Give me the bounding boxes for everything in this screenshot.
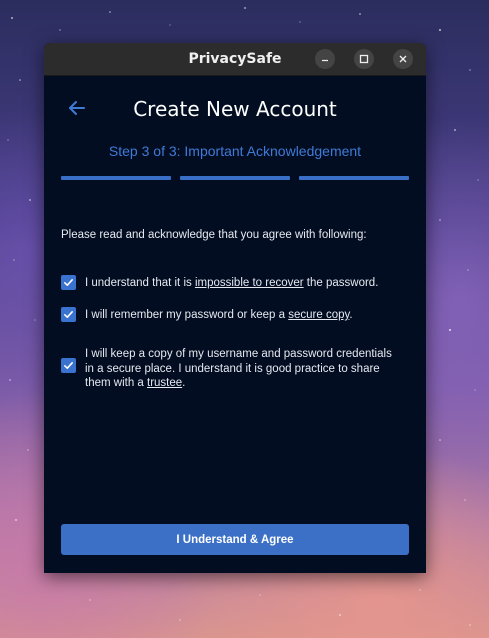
- progress-step-2: [180, 176, 290, 180]
- progress-step-1: [61, 176, 171, 180]
- acknowledgement-checkbox[interactable]: [61, 275, 76, 290]
- acknowledgement-text-part: the password.: [303, 277, 379, 289]
- maximize-icon: [359, 54, 369, 64]
- minimize-button[interactable]: [315, 49, 335, 69]
- progress-step-3: [299, 176, 409, 180]
- minimize-icon: [322, 59, 328, 62]
- step-progress: [61, 176, 409, 180]
- checkmark-icon: [63, 310, 73, 318]
- acknowledgement-text-part: I understand that it is: [85, 277, 195, 289]
- close-icon: [399, 55, 407, 63]
- acknowledgement-text-part: I will remember my password or keep a: [85, 309, 289, 321]
- acknowledgement-text-part: .: [182, 377, 186, 389]
- acknowledgement-text: I understand that it is impossible to re…: [85, 276, 403, 291]
- acknowledgement-checkbox[interactable]: [61, 307, 76, 322]
- acknowledgement-link[interactable]: impossible to recover: [195, 277, 304, 289]
- title-bar[interactable]: PrivacySafe: [44, 43, 426, 76]
- close-button[interactable]: [393, 49, 413, 69]
- app-window: PrivacySafe Create New Account Step 3 of…: [44, 43, 426, 573]
- acknowledgement-text-part: .: [349, 309, 353, 321]
- checkmark-icon: [63, 278, 73, 286]
- acknowledgement-checkbox[interactable]: [61, 358, 76, 373]
- acknowledgement-text: I will keep a copy of my username and pa…: [85, 347, 403, 391]
- page-title: Create New Account: [133, 97, 337, 121]
- acknowledgement-text: I will remember my password or keep a se…: [85, 308, 403, 323]
- checkmark-icon: [63, 361, 73, 369]
- acknowledgement-text-part: I will keep a copy of my username and pa…: [85, 348, 392, 389]
- intro-text: Please read and acknowledge that you agr…: [61, 229, 367, 241]
- acknowledgement-link[interactable]: secure copy: [288, 309, 349, 321]
- maximize-button[interactable]: [354, 49, 374, 69]
- acknowledgement-link[interactable]: trustee: [147, 377, 182, 389]
- agree-button[interactable]: I Understand & Agree: [61, 524, 409, 555]
- step-indicator: Step 3 of 3: Important Acknowledgement: [108, 143, 362, 159]
